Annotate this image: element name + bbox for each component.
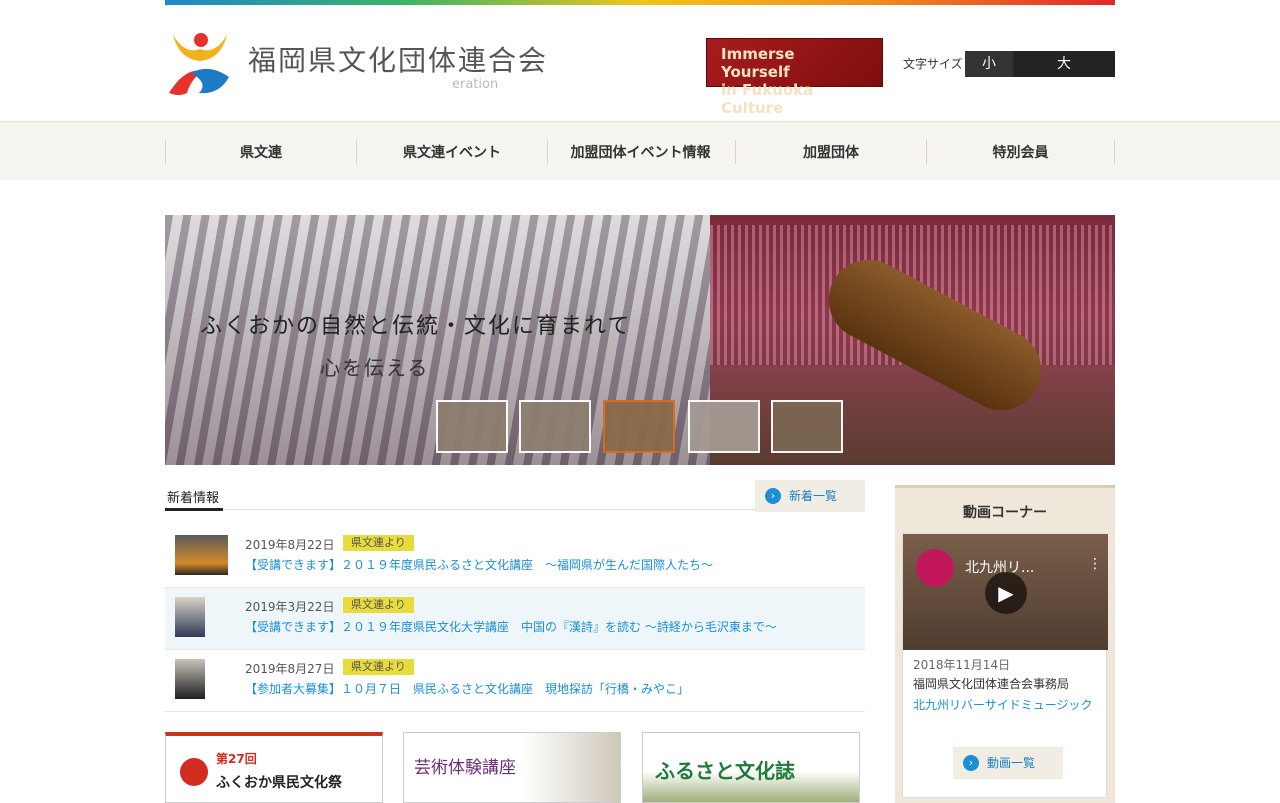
news-item[interactable]: 2019年8月22日 県文連より 【受講できます】２０１９年度県民ふるさと文化講… (165, 526, 865, 588)
nav-item-kenbunren-events[interactable]: 県文連イベント (357, 142, 547, 164)
slider-thumb-active[interactable] (603, 400, 675, 453)
nav-item-special-members[interactable]: 特別会員 (927, 142, 1114, 164)
font-large-button[interactable]: 大 (1013, 51, 1115, 77)
banner-line2: in Fukuoka Culture (721, 81, 814, 117)
news-title-link[interactable]: 【受講できます】２０１９年度県民ふるさと文化講座 ～福岡県が生んだ国際人たち～ (245, 556, 713, 573)
news-badge: 県文連より (343, 659, 414, 675)
chevron-right-icon: › (765, 488, 781, 504)
channel-avatar (916, 549, 954, 587)
header: 福岡県文化団体連合会 eration Immerse Yourself in F… (0, 5, 1280, 120)
slider-thumb[interactable] (771, 400, 843, 453)
news-heading-underline (165, 508, 223, 511)
video-more-label: 動画一覧 (987, 756, 1036, 770)
play-icon[interactable]: ▶ (985, 572, 1027, 614)
banner-line1: Immerse Yourself (721, 45, 795, 81)
news-badge: 県文連より (343, 597, 414, 613)
video-title-link[interactable]: 北九州リバーサイドミュージック (913, 695, 1103, 715)
news-date: 2019年3月22日 (245, 600, 335, 614)
nav-divider (1114, 140, 1115, 164)
news-more-button[interactable]: › 新着一覧 (755, 480, 865, 512)
video-corner: 動画コーナー 北九州リ... ⋮ ▶ 2018年11月14日 福岡県文化団体連合… (895, 485, 1115, 803)
festival-banner[interactable]: 第27回 ふくおか県民文化祭 (165, 732, 383, 803)
site-logo[interactable] (165, 27, 235, 99)
news-thumbnail (175, 597, 205, 637)
hero-caption-line1: ふくおかの自然と伝統・文化に育まれて (200, 314, 632, 339)
slider-thumb[interactable] (436, 400, 508, 453)
nav-item-kenbunren[interactable]: 県文連 (166, 142, 356, 164)
mascot-icon (180, 758, 208, 786)
video-player[interactable]: 北九州リ... ⋮ ▶ (903, 534, 1108, 650)
chevron-right-icon: › (963, 755, 979, 771)
more-vertical-icon[interactable]: ⋮ (1088, 556, 1102, 572)
video-more-button[interactable]: › 動画一覧 (953, 747, 1063, 779)
news-date: 2019年8月27日 (245, 662, 335, 676)
slider-thumb[interactable] (688, 400, 760, 453)
hero-caption-line2: 心を伝える (320, 356, 430, 380)
news-badge: 県文連より (343, 535, 414, 551)
art-course-banner[interactable]: 芸術体験講座 (403, 732, 621, 803)
furusato-banner[interactable]: ふるさと文化誌 (642, 732, 860, 803)
immerse-banner[interactable]: Immerse Yourself in Fukuoka Culture (706, 38, 883, 117)
news-heading: 新着情報 (167, 491, 220, 506)
page: 福岡県文化団体連合会 eration Immerse Yourself in F… (0, 0, 1280, 803)
site-subtitle: eration (452, 77, 499, 92)
news-thumbnail (175, 535, 228, 575)
video-heading: 動画コーナー (963, 505, 1047, 521)
slider-thumb[interactable] (519, 400, 591, 453)
nav-item-member-groups[interactable]: 加盟団体 (736, 142, 926, 164)
furusato-title: ふるさと文化誌 (655, 759, 795, 783)
main-nav: 県文連 県文連イベント 加盟団体イベント情報 加盟団体 特別会員 (0, 121, 1280, 180)
video-card[interactable]: 北九州リ... ⋮ ▶ 2018年11月14日 福岡県文化団体連合会事務局 北九… (902, 533, 1108, 798)
nav-item-member-events[interactable]: 加盟団体イベント情報 (548, 142, 733, 164)
news-item[interactable]: 2019年8月27日 県文連より 【参加者大募集】１０月７日 県民ふるさと文化講… (165, 650, 865, 712)
festival-title: ふくおか県民文化祭 (216, 775, 342, 791)
news-thumbnail (175, 659, 205, 699)
news-date: 2019年8月22日 (245, 538, 335, 552)
news-item[interactable]: 2019年3月22日 県文連より 【受講できます】２０１９年度県民文化大学講座 … (165, 588, 865, 650)
site-title[interactable]: 福岡県文化団体連合会 (248, 39, 548, 79)
festival-number: 第27回 (216, 752, 257, 766)
video-date: 2018年11月14日 (913, 658, 1011, 672)
news-title-link[interactable]: 【受講できます】２０１９年度県民文化大学講座 中国の『漢詩』を読む 〜詩経から毛… (245, 618, 777, 635)
font-size-label: 文字サイズ (903, 57, 963, 71)
news-title-link[interactable]: 【参加者大募集】１０月７日 県民ふるさと文化講座 現地探訪「行橋・みやこ」 (245, 680, 689, 697)
art-course-title: 芸術体験講座 (414, 758, 516, 778)
news-more-label: 新着一覧 (789, 489, 838, 503)
video-org: 福岡県文化団体連合会事務局 (913, 677, 1070, 691)
font-small-button[interactable]: 小 (965, 51, 1013, 77)
